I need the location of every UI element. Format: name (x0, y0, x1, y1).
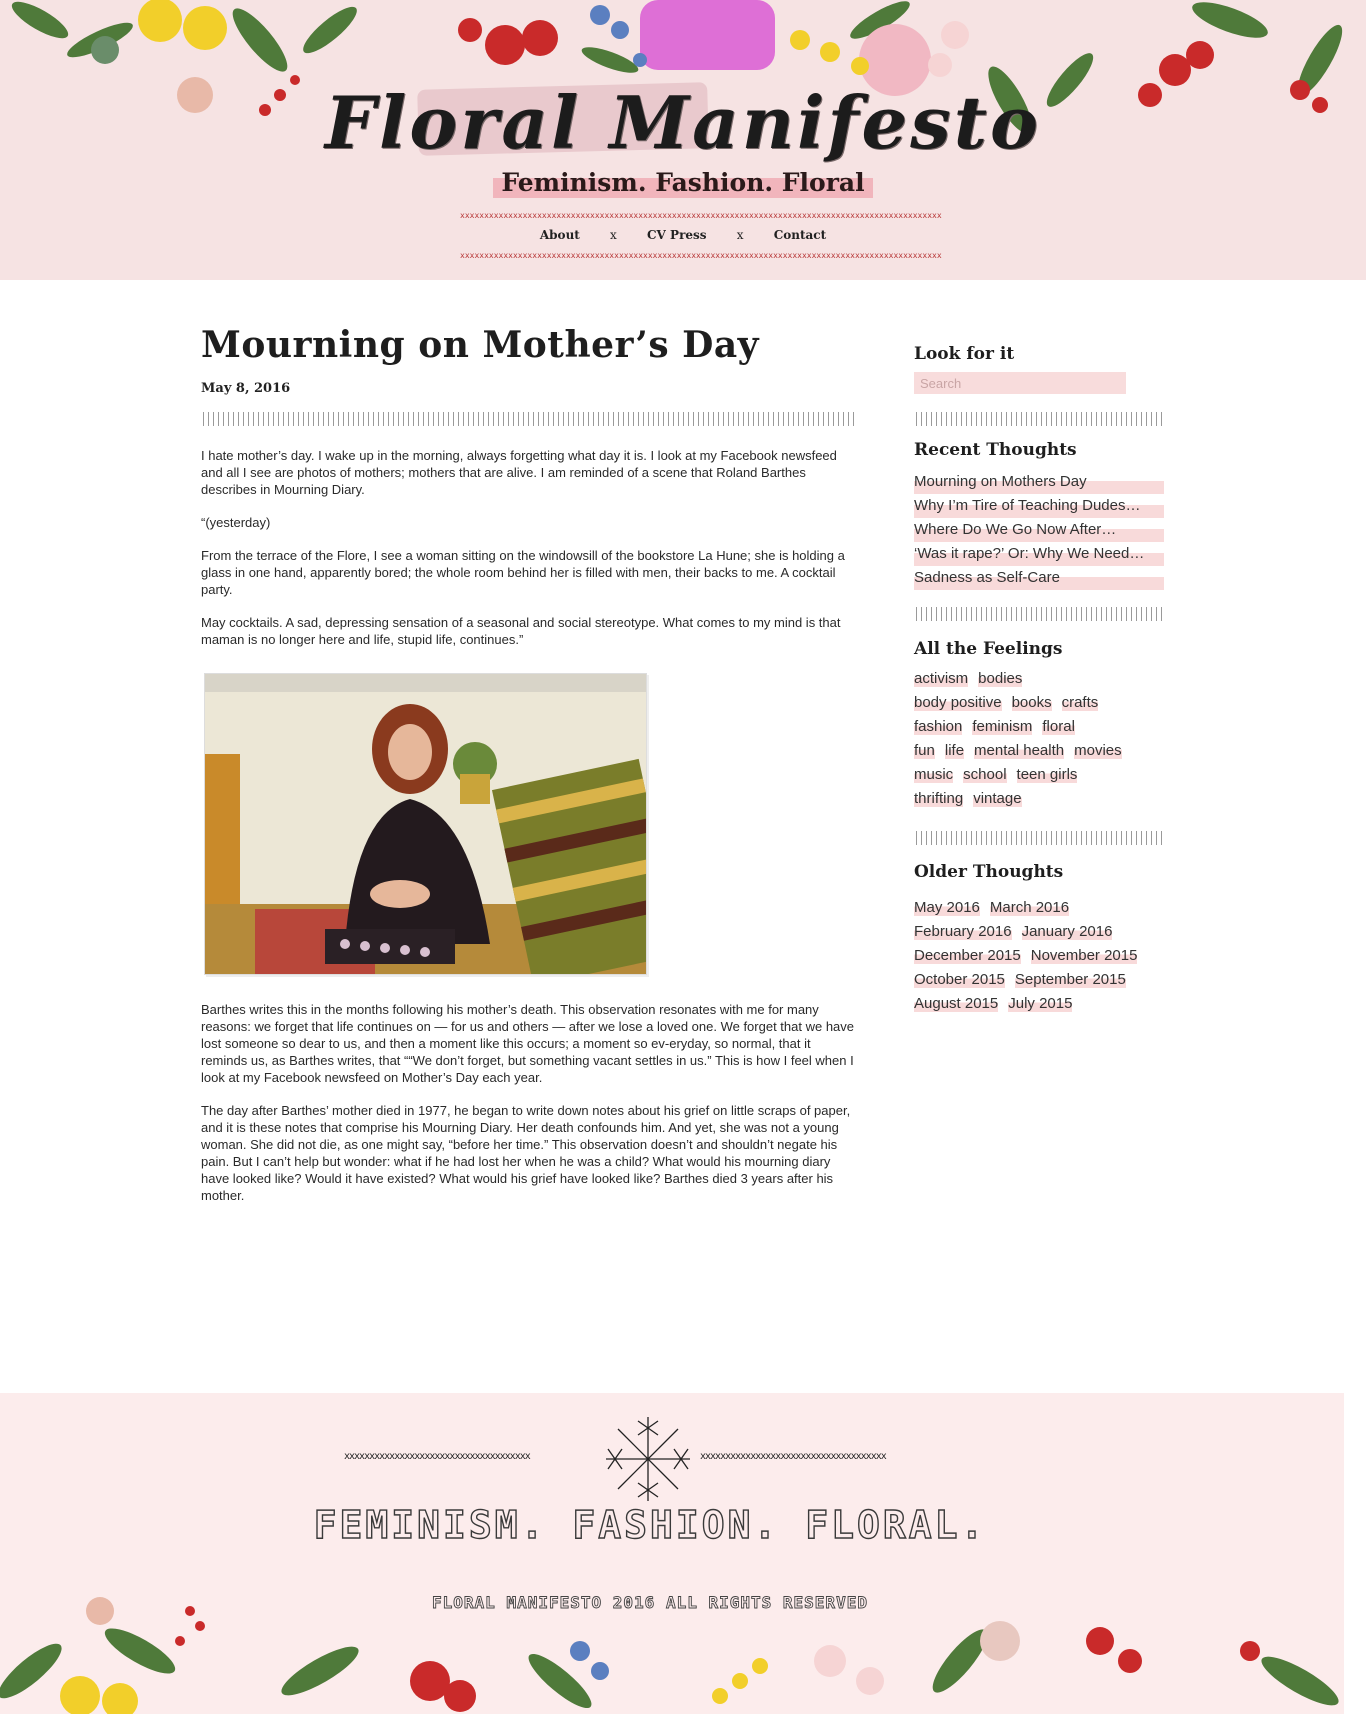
post-paragraph: From the terrace of the Flore, I see a w… (201, 548, 845, 597)
archive-widget: Older Thoughts May 2016 March 2016 Februa… (914, 862, 1164, 1016)
tag-link[interactable]: body positive (914, 694, 1002, 711)
post-paragraph: “(yesterday) (201, 515, 271, 530)
tag-link[interactable]: thrifting (914, 790, 964, 807)
tag-link[interactable]: fashion (914, 718, 963, 735)
post-body-continued: Barthes writes this in the months follow… (201, 1001, 855, 1220)
tags-heading: All the Feelings (914, 639, 1063, 659)
tag-link[interactable]: mental health (974, 742, 1065, 759)
archive-row: October 2015 September 2015 (914, 968, 1164, 992)
site-tagline: Feminism. Fashion. Floral (493, 166, 873, 201)
recent-post-link[interactable]: Where Do We Go Now After… (914, 518, 1164, 542)
recent-post-link[interactable]: Why I’m Tire of Teaching Dudes… (914, 494, 1164, 518)
tag-link[interactable]: life (944, 742, 965, 759)
tagline-wrap: Feminism. Fashion. Floral (0, 166, 1366, 201)
archive-link[interactable]: July 2015 (1008, 995, 1073, 1012)
nav-separator: x (610, 228, 617, 242)
archive-link[interactable]: August 2015 (914, 995, 999, 1012)
tag-row: fashion feminism floral (914, 715, 1164, 739)
tag-link[interactable]: fun (914, 742, 935, 759)
archive-link[interactable]: October 2015 (914, 971, 1005, 988)
tags-widget: All the Feelings activism bodies body pos… (914, 639, 1164, 811)
archive-row: August 2015 July 2015 (914, 992, 1164, 1016)
post-body-intro: I hate mother’s day. I wake up in the mo… (201, 447, 855, 664)
archive-link[interactable]: January 2016 (1021, 923, 1113, 940)
tag-link[interactable]: floral (1042, 718, 1075, 735)
search-widget: Look for it (914, 344, 1164, 364)
site-header: Floral Manifesto Feminism. Fashion. Flor… (0, 0, 1366, 280)
archive-link[interactable]: November 2015 (1030, 947, 1138, 964)
recent-thoughts-widget: Recent Thoughts Mourning on Mothers Day … (914, 440, 1164, 590)
post-paragraph: Barthes writes this in the months follow… (201, 1002, 855, 1085)
archive-row: May 2016 March 2016 (914, 896, 1164, 920)
tag-link[interactable]: books (1011, 694, 1052, 711)
archive-link[interactable]: September 2015 (1014, 971, 1126, 988)
tag-row: body positive books crafts (914, 691, 1164, 715)
tag-row: fun life mental health movies (914, 739, 1164, 763)
archive-row: December 2015 November 2015 (914, 944, 1164, 968)
search-heading: Look for it (914, 344, 1015, 364)
archive-list: May 2016 March 2016 February 2016 January … (914, 896, 1164, 1016)
tag-row: music school teen girls (914, 763, 1164, 787)
archive-link[interactable]: May 2016 (914, 899, 980, 916)
archive-link[interactable]: March 2016 (989, 899, 1070, 916)
recent-thoughts-list: Mourning on Mothers Day Why I’m Tire of … (914, 470, 1164, 590)
tag-link[interactable]: teen girls (1016, 766, 1078, 783)
cross-stitch-divider (914, 607, 1164, 621)
vintage-photo-illustration (205, 674, 646, 974)
stitch-divider-bottom: xxxxxxxxxxxxxxxxxxxxxxxxxxxxxxxxxxxxxxxx… (460, 252, 942, 260)
footer-stitch-left: xxxxxxxxxxxxxxxxxxxxxxxxxxxxxxxxxxxxx (344, 1451, 531, 1462)
snowflake-stitch-icon (606, 1417, 690, 1501)
tag-link[interactable]: feminism (972, 718, 1033, 735)
tag-link[interactable]: crafts (1061, 694, 1099, 711)
cross-stitch-divider (201, 412, 855, 426)
tag-link[interactable]: school (963, 766, 1007, 783)
tag-link[interactable]: bodies (978, 670, 1023, 687)
post-paragraph: May cocktails. A sad, depressing sensati… (201, 615, 841, 647)
site-footer: xxxxxxxxxxxxxxxxxxxxxxxxxxxxxxxxxxxxx xx… (0, 1393, 1344, 1714)
recent-thoughts-heading: Recent Thoughts (914, 440, 1077, 460)
nav-item-about[interactable]: About (540, 228, 580, 242)
archive-link[interactable]: February 2016 (914, 923, 1012, 940)
nav-separator: x (736, 228, 744, 242)
post-paragraph: I hate mother’s day. I wake up in the mo… (201, 448, 837, 497)
cross-stitch-divider (914, 412, 1164, 426)
recent-post-link[interactable]: Mourning on Mothers Day (914, 470, 1164, 494)
post-paragraph: The day after Barthes’ mother died in 19… (201, 1103, 851, 1203)
nav-item-contact[interactable]: Contact (774, 228, 826, 242)
nav-item-cv-press[interactable]: CV Press (647, 228, 707, 242)
post-date: May 8, 2016 (201, 381, 291, 396)
post-title[interactable]: Mourning on Mother’s Day (201, 324, 861, 366)
tag-link[interactable]: activism (914, 670, 969, 687)
archive-heading: Older Thoughts (914, 862, 1064, 882)
footer-tagline: FEMINISM. FASHION. FLORAL. (313, 1502, 987, 1547)
tag-row: thrifting vintage (914, 787, 1164, 811)
tag-row: activism bodies (914, 667, 1164, 691)
site-title[interactable]: Floral Manifesto (0, 80, 1366, 165)
recent-post-link[interactable]: ‘Was it rape?’ Or: Why We Need… (914, 542, 1164, 566)
post-photo[interactable] (204, 673, 647, 975)
recent-post-link[interactable]: Sadness as Self-Care (914, 566, 1164, 590)
cross-stitch-divider (914, 831, 1164, 845)
archive-row: February 2016 January 2016 (914, 920, 1164, 944)
footer-stitch-right: xxxxxxxxxxxxxxxxxxxxxxxxxxxxxxxxxxxxx (700, 1451, 887, 1462)
tag-link[interactable]: music (914, 766, 954, 783)
footer-floral-illustration (0, 1597, 1339, 1714)
archive-link[interactable]: December 2015 (914, 947, 1021, 964)
tag-link[interactable]: movies (1074, 742, 1122, 759)
stitch-divider-top: xxxxxxxxxxxxxxxxxxxxxxxxxxxxxxxxxxxxxxxx… (460, 212, 942, 220)
tag-link[interactable]: vintage (973, 790, 1022, 807)
tag-cloud: activism bodies body positive books crafts … (914, 667, 1164, 811)
main-nav: About x CV Press x Contact (0, 228, 1366, 242)
search-input[interactable] (914, 372, 1126, 394)
